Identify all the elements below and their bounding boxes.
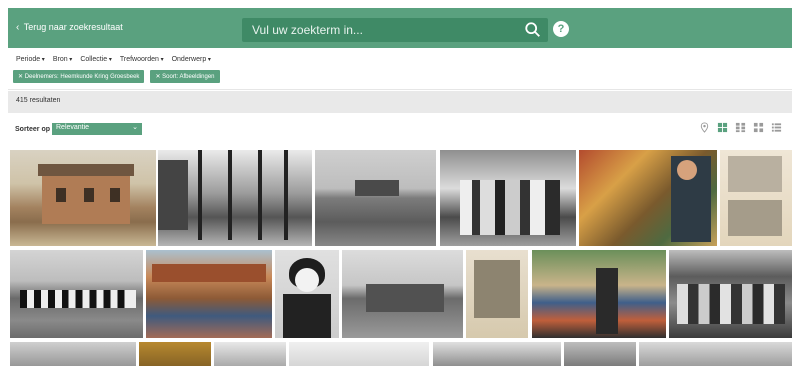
facet-bron[interactable]: Bron: [53, 56, 72, 63]
back-label: Terug naar zoekresultaat: [23, 22, 123, 32]
result-thumbnail[interactable]: [669, 250, 792, 338]
image-results-grid: [8, 147, 792, 366]
search-icon[interactable]: [524, 21, 542, 39]
filter-bar: Periode Bron Collectie Trefwoorden Onder…: [8, 48, 792, 90]
search-placeholder: Vul uw zoekterm in...: [252, 23, 363, 37]
search-field[interactable]: Vul uw zoekterm in...: [242, 18, 548, 42]
filter-chip[interactable]: ✕ Deelnemers: Heemkunde Kring Groesbeek: [13, 70, 145, 83]
top-bar: ‹ Terug naar zoekresultaat Vul uw zoekte…: [8, 8, 792, 48]
facet-periode[interactable]: Periode: [16, 56, 45, 63]
result-thumbnail[interactable]: [289, 342, 429, 366]
facet-menu: Periode Bron Collectie Trefwoorden Onder…: [16, 56, 211, 63]
result-thumbnail[interactable]: [10, 250, 143, 338]
result-thumbnail[interactable]: [433, 342, 561, 366]
chevron-left-icon: ‹: [16, 22, 20, 33]
result-count: 415 resultaten: [16, 97, 61, 104]
grid-large-icon[interactable]: [717, 122, 728, 133]
sort-value: Relevantie: [56, 124, 90, 131]
help-button[interactable]: ?: [553, 21, 569, 37]
location-pin-icon[interactable]: [699, 122, 710, 133]
sort-label: Sorteer op: [15, 126, 51, 133]
result-thumbnail[interactable]: [275, 250, 339, 338]
result-thumbnail[interactable]: [139, 342, 211, 366]
result-thumbnail[interactable]: [440, 150, 576, 246]
sort-bar: Sorteer op Relevantie ⌄: [8, 113, 792, 147]
result-thumbnail[interactable]: [532, 250, 666, 338]
facet-onderwerp[interactable]: Onderwerp: [172, 56, 211, 63]
result-thumbnail[interactable]: [720, 150, 792, 246]
filter-chip[interactable]: ✕ Soort: Afbeeldingen: [150, 70, 220, 83]
result-thumbnail[interactable]: [146, 250, 272, 338]
grid-medium-icon[interactable]: [735, 122, 746, 133]
result-thumbnail[interactable]: [342, 250, 463, 338]
filter-chip-label: Soort: Afbeeldingen: [162, 74, 215, 80]
grid-small-icon[interactable]: [753, 122, 764, 133]
result-thumbnail[interactable]: [315, 150, 436, 246]
list-icon[interactable]: [771, 122, 782, 133]
result-count-bar: 415 resultaten: [8, 91, 792, 113]
facet-collectie[interactable]: Collectie: [80, 56, 112, 63]
result-thumbnail[interactable]: [214, 342, 286, 366]
view-switcher: [699, 122, 782, 133]
filter-chip-label: Deelnemers: Heemkunde Kring Groesbeek: [24, 74, 140, 80]
sort-select[interactable]: Relevantie ⌄: [52, 123, 142, 135]
result-thumbnail[interactable]: [639, 342, 792, 366]
result-thumbnail[interactable]: [564, 342, 636, 366]
result-thumbnail[interactable]: [10, 150, 156, 246]
result-thumbnail[interactable]: [10, 342, 136, 366]
chevron-down-icon: ⌄: [132, 124, 138, 131]
back-to-results-link[interactable]: ‹ Terug naar zoekresultaat: [16, 22, 123, 33]
result-thumbnail[interactable]: [158, 150, 312, 246]
result-thumbnail[interactable]: [579, 150, 717, 246]
active-filters: ✕ Deelnemers: Heemkunde Kring Groesbeek …: [13, 70, 220, 83]
result-thumbnail[interactable]: [466, 250, 528, 338]
facet-trefwoorden[interactable]: Trefwoorden: [120, 56, 164, 63]
